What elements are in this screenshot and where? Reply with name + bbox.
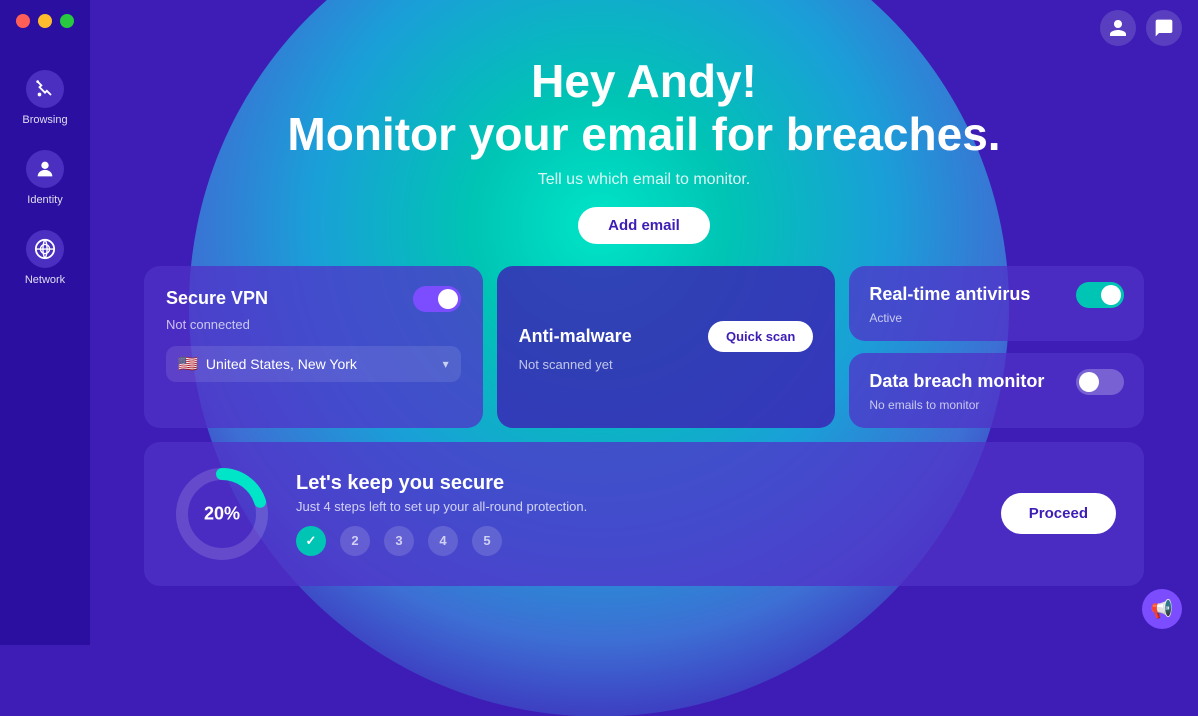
progress-card: 20% Let's keep you secure Just 4 steps l… bbox=[144, 442, 1144, 586]
sidebar-browsing-label: Browsing bbox=[22, 114, 67, 126]
step-1: ✓ bbox=[296, 526, 326, 556]
sidebar: Browsing Identity Network bbox=[0, 0, 90, 645]
antivirus-toggle[interactable] bbox=[1076, 282, 1124, 308]
malware-card-header: Anti-malware Quick scan bbox=[519, 321, 814, 352]
steps-row: ✓ 2 3 4 5 bbox=[296, 526, 977, 556]
breach-toggle[interactable] bbox=[1076, 369, 1124, 395]
breach-toggle-knob bbox=[1079, 372, 1099, 392]
bottom-right-widget: 📢 bbox=[1142, 589, 1182, 629]
chat-icon[interactable] bbox=[1146, 10, 1182, 46]
antivirus-toggle-knob bbox=[1101, 285, 1121, 305]
antivirus-status: Active bbox=[869, 311, 1124, 325]
breach-title: Data breach monitor bbox=[869, 371, 1044, 392]
right-card-column: Real-time antivirus Active Data breach m… bbox=[849, 266, 1144, 428]
vpn-title: Secure VPN bbox=[166, 288, 268, 309]
step-2: 2 bbox=[340, 526, 370, 556]
location-flag: 🇺🇸 bbox=[178, 354, 198, 374]
step-5: 5 bbox=[472, 526, 502, 556]
minimize-button[interactable] bbox=[38, 14, 52, 28]
proceed-button[interactable]: Proceed bbox=[1001, 493, 1116, 534]
malware-status: Not scanned yet bbox=[519, 357, 814, 372]
progress-donut: 20% bbox=[172, 464, 272, 564]
browsing-icon bbox=[26, 70, 64, 108]
vpn-card: Secure VPN Not connected 🇺🇸 United State… bbox=[144, 266, 483, 428]
sidebar-identity-label: Identity bbox=[27, 194, 62, 206]
antivirus-header: Real-time antivirus bbox=[869, 282, 1124, 308]
cards-row: Secure VPN Not connected 🇺🇸 United State… bbox=[144, 266, 1144, 428]
malware-card: Anti-malware Quick scan Not scanned yet bbox=[497, 266, 836, 428]
window-controls bbox=[16, 14, 74, 28]
breach-header: Data breach monitor bbox=[869, 369, 1124, 395]
top-right-icons bbox=[1100, 10, 1182, 46]
quick-scan-button[interactable]: Quick scan bbox=[708, 321, 813, 352]
step-4: 4 bbox=[428, 526, 458, 556]
hero-section: Hey Andy! Monitor your email for breache… bbox=[287, 55, 1000, 244]
progress-title: Let's keep you secure bbox=[296, 472, 977, 495]
vpn-status: Not connected bbox=[166, 317, 461, 332]
sidebar-item-network[interactable]: Network bbox=[7, 220, 83, 296]
hero-title: Monitor your email for breaches. bbox=[287, 108, 1000, 160]
maximize-button[interactable] bbox=[60, 14, 74, 28]
breach-status: No emails to monitor bbox=[869, 398, 1124, 412]
sidebar-item-browsing[interactable]: Browsing bbox=[7, 60, 83, 136]
vpn-toggle[interactable] bbox=[413, 286, 461, 312]
breach-card: Data breach monitor No emails to monitor bbox=[849, 353, 1144, 428]
user-icon[interactable] bbox=[1100, 10, 1136, 46]
vpn-location-selector[interactable]: 🇺🇸 United States, New York ▾ bbox=[166, 346, 461, 382]
location-name: United States, New York bbox=[206, 356, 435, 372]
hero-greeting: Hey Andy! Monitor your email for breache… bbox=[287, 55, 1000, 161]
antivirus-title: Real-time antivirus bbox=[869, 284, 1030, 305]
vpn-card-header: Secure VPN bbox=[166, 286, 461, 312]
sidebar-network-label: Network bbox=[25, 274, 65, 286]
vpn-toggle-knob bbox=[438, 289, 458, 309]
step-3: 3 bbox=[384, 526, 414, 556]
antivirus-card: Real-time antivirus Active bbox=[849, 266, 1144, 341]
progress-percentage: 20% bbox=[204, 503, 240, 524]
hero-subtitle: Tell us which email to monitor. bbox=[287, 171, 1000, 189]
main-content: Hey Andy! Monitor your email for breache… bbox=[90, 0, 1198, 645]
sidebar-item-identity[interactable]: Identity bbox=[7, 140, 83, 216]
megaphone-icon[interactable]: 📢 bbox=[1142, 589, 1182, 629]
progress-description: Just 4 steps left to set up your all-rou… bbox=[296, 499, 977, 514]
network-icon bbox=[26, 230, 64, 268]
progress-content: Let's keep you secure Just 4 steps left … bbox=[296, 472, 977, 556]
add-email-button[interactable]: Add email bbox=[578, 207, 710, 244]
malware-title: Anti-malware bbox=[519, 326, 632, 347]
identity-icon bbox=[26, 150, 64, 188]
close-button[interactable] bbox=[16, 14, 30, 28]
chevron-down-icon: ▾ bbox=[443, 357, 449, 371]
